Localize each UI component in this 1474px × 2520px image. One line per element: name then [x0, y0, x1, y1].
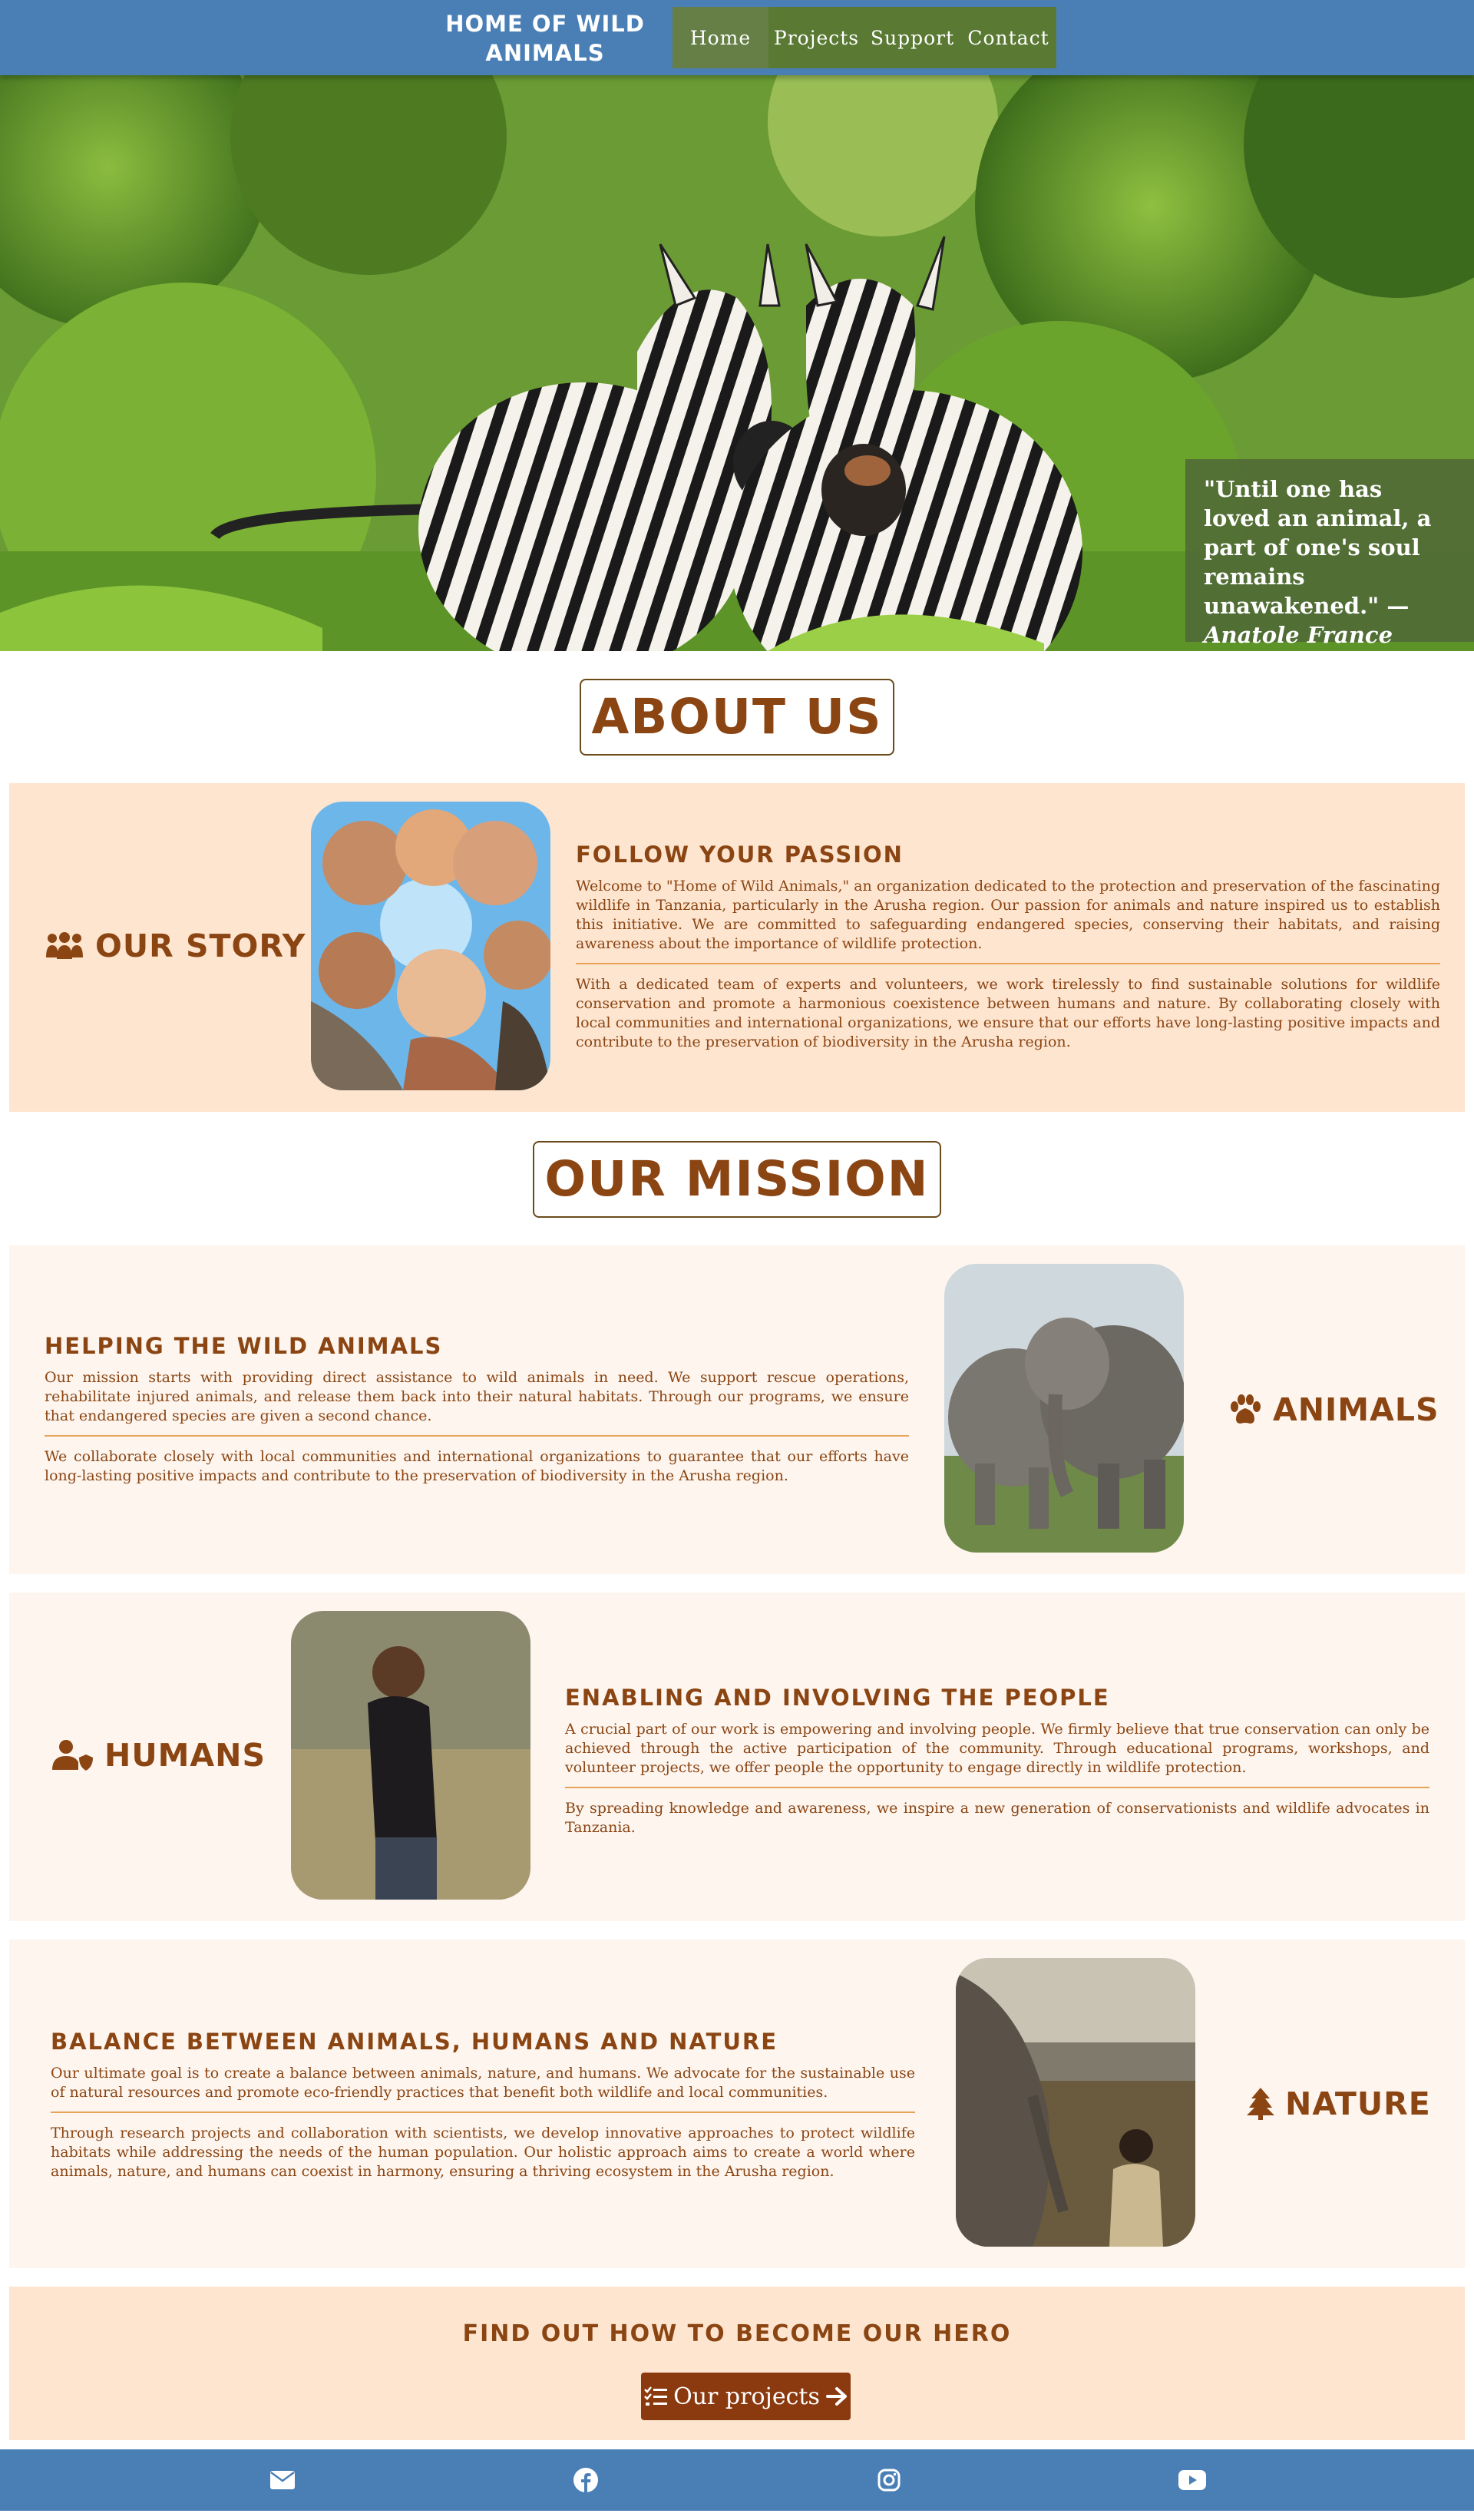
quote-text: "Until one has loved an animal, a part o… [1204, 476, 1432, 619]
elephants-photo [944, 1264, 1184, 1553]
animals-paragraph-2: We collaborate closely with local commun… [45, 1448, 909, 1484]
our-story-label-text: OUR STORY [95, 928, 306, 964]
humans-label-text: HUMANS [104, 1737, 266, 1774]
divider [45, 1435, 909, 1437]
envelope-icon[interactable] [269, 2466, 296, 2494]
mission-humans-section: HUMANS ENABLING AND INVOLVING THE PEOPLE… [9, 1592, 1465, 1921]
instagram-icon[interactable] [875, 2466, 903, 2494]
smiling-woman-photo [291, 1611, 530, 1900]
nature-label: NATURE [1247, 2085, 1431, 2122]
humans-paragraph-2: By spreading knowledge and awareness, we… [565, 1800, 1429, 1836]
cta-heading: FIND OUT HOW TO BECOME OUR HERO [462, 2320, 1012, 2347]
quote-author: Anatole France [1204, 622, 1393, 648]
nature-paragraph-2: Through research projects and collaborat… [51, 2125, 915, 2180]
facebook-icon[interactable] [572, 2466, 600, 2494]
brand-line-1: HOME OF WILD [445, 11, 645, 37]
about-us-title: ABOUT US [579, 679, 895, 756]
mission-title-wrap: OUR MISSION [0, 1141, 1474, 1218]
hero-section: "Until one has loved an animal, a part o… [0, 75, 1474, 651]
hero-quote: "Until one has loved an animal, a part o… [1185, 459, 1474, 648]
nav-support[interactable]: Support [864, 7, 960, 68]
group-selfie-photo [311, 802, 550, 1090]
nav-home[interactable]: Home [673, 7, 768, 68]
people-group-icon [46, 932, 83, 959]
divider [51, 2112, 915, 2113]
brand-line-2: ANIMALS [485, 40, 605, 66]
our-projects-button-label: Our projects [673, 2383, 820, 2410]
youtube-icon[interactable] [1178, 2466, 1206, 2494]
humans-label: HUMANS [52, 1737, 266, 1774]
our-story-paragraph-2: With a dedicated team of experts and vol… [576, 976, 1440, 1050]
mission-animals-section: HELPING THE WILD ANIMALS Our mission sta… [9, 1245, 1465, 1574]
nature-content: BALANCE BETWEEN ANIMALS, HUMANS AND NATU… [51, 2029, 915, 2181]
mission-nature-section: BALANCE BETWEEN ANIMALS, HUMANS AND NATU… [9, 1940, 1465, 2268]
user-shield-icon [52, 1740, 93, 1771]
our-story-content: FOLLOW YOUR PASSION Welcome to "Home of … [576, 842, 1440, 1052]
divider [565, 1787, 1429, 1788]
nature-paragraph-1: Our ultimate goal is to create a balance… [51, 2065, 915, 2101]
humans-paragraph-1: A crucial part of our work is empowering… [565, 1721, 1429, 1776]
animals-content: HELPING THE WILD ANIMALS Our mission sta… [45, 1333, 909, 1486]
our-story-paragraph-1: Welcome to "Home of Wild Animals," an or… [576, 878, 1440, 952]
site-footer [0, 2449, 1474, 2511]
animals-label-text: ANIMALS [1273, 1391, 1439, 1428]
nav-projects[interactable]: Projects [768, 7, 864, 68]
paw-icon [1231, 1394, 1261, 1424]
main-nav: Home Projects Support Contact [673, 7, 1056, 68]
site-header: HOME OF WILD ANIMALS Home Projects Suppo… [0, 0, 1474, 75]
animals-paragraph-1: Our mission starts with providing direct… [45, 1369, 909, 1424]
our-projects-button[interactable]: Our projects [641, 2373, 851, 2420]
site-logo-text[interactable]: HOME OF WILD ANIMALS [415, 9, 676, 68]
nav-contact[interactable]: Contact [960, 7, 1056, 68]
enabling-people-heading: ENABLING AND INVOLVING THE PEOPLE [565, 1685, 1110, 1711]
animals-label: ANIMALS [1228, 1391, 1439, 1428]
helping-wild-animals-heading: HELPING THE WILD ANIMALS [45, 1333, 443, 1359]
follow-your-passion-heading: FOLLOW YOUR PASSION [576, 842, 904, 868]
balance-heading: BALANCE BETWEEN ANIMALS, HUMANS AND NATU… [51, 2029, 778, 2055]
our-story-label: OUR STORY [45, 928, 306, 964]
child-and-elephant-photo [956, 1958, 1195, 2247]
our-story-section: OUR STORY FOLLOW YOUR PASSION Welcome to… [9, 783, 1465, 1112]
divider [576, 963, 1440, 964]
about-title-wrap: ABOUT US [0, 679, 1474, 756]
nature-label-text: NATURE [1285, 2085, 1431, 2122]
cta-section: FIND OUT HOW TO BECOME OUR HERO Our proj… [9, 2287, 1465, 2440]
our-mission-title: OUR MISSION [532, 1141, 942, 1218]
list-check-icon [644, 2386, 668, 2406]
humans-content: ENABLING AND INVOLVING THE PEOPLE A cruc… [565, 1685, 1429, 1837]
arrow-right-icon [825, 2387, 847, 2406]
tree-icon [1247, 2088, 1274, 2120]
